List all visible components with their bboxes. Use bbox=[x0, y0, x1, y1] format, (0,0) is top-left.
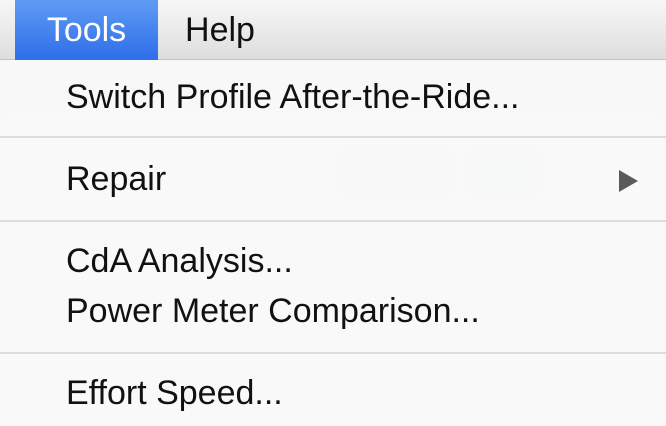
tools-dropdown-menu: Switch Profile After-the-Ride... Repair … bbox=[0, 60, 666, 426]
menu-separator bbox=[0, 220, 666, 222]
menu-item-label: Switch Profile After-the-Ride... bbox=[66, 78, 520, 116]
menu-item-label: Effort Speed... bbox=[66, 374, 283, 412]
menubar-item-tools[interactable]: Tools bbox=[15, 0, 158, 60]
menu-item-cda-analysis[interactable]: CdA Analysis... bbox=[0, 228, 666, 282]
chevron-right-icon bbox=[619, 170, 638, 192]
menu-bar: Tools Help bbox=[0, 0, 666, 60]
menu-item-label: CdA Analysis... bbox=[66, 242, 293, 280]
menu-item-label: Repair bbox=[66, 160, 167, 198]
menu-item-switch-profile[interactable]: Switch Profile After-the-Ride... bbox=[0, 62, 666, 134]
menu-separator bbox=[0, 136, 666, 138]
menu-item-label: Power Meter Comparison... bbox=[66, 292, 480, 330]
menu-item-effort-speed[interactable]: Effort Speed... bbox=[0, 358, 666, 426]
menu-separator bbox=[0, 352, 666, 354]
menubar-item-help[interactable]: Help bbox=[170, 0, 270, 60]
menu-item-power-meter-comparison[interactable]: Power Meter Comparison... bbox=[0, 282, 666, 348]
menu-item-repair[interactable]: Repair bbox=[0, 142, 666, 220]
